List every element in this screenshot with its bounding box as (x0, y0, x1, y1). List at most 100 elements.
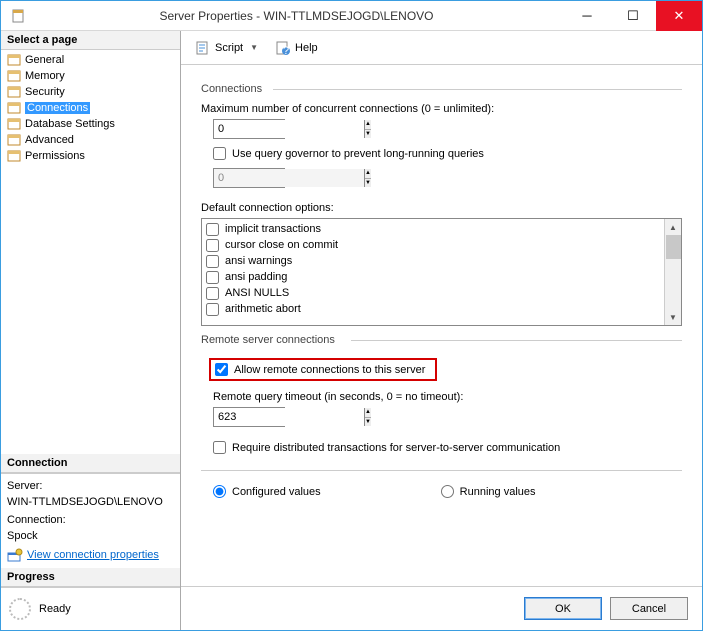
page-label: Memory (25, 70, 65, 82)
use-governor-checkbox[interactable] (213, 147, 226, 160)
left-panel: Select a page General Memory Security Co… (1, 31, 181, 630)
minimize-button[interactable]: ─ (564, 1, 610, 31)
page-label: General (25, 54, 64, 66)
connection-section: Server: WIN-TTLMDSEJOGD\LENOVO Connectio… (1, 473, 180, 568)
running-values-radio[interactable]: Running values (441, 485, 536, 498)
page-label: Database Settings (25, 118, 115, 130)
server-label: Server: (7, 480, 174, 492)
scrollbar[interactable]: ▲ ▼ (664, 219, 681, 325)
list-item[interactable]: ansi warnings (206, 253, 660, 269)
script-label: Script (215, 42, 243, 54)
spinner-buttons[interactable]: ▲▼ (364, 120, 371, 138)
scroll-down-icon[interactable]: ▼ (665, 309, 681, 325)
titlebar: Server Properties - WIN-TTLMDSEJOGD\LENO… (1, 1, 702, 31)
allow-remote-label: Allow remote connections to this server (234, 364, 425, 376)
max-connections-field[interactable] (214, 120, 364, 138)
cancel-button[interactable]: Cancel (610, 597, 688, 620)
default-options-listbox[interactable]: implicit transactions cursor close on co… (201, 218, 682, 326)
page-label: Advanced (25, 134, 74, 146)
governor-cost-field (214, 169, 364, 187)
list-item[interactable]: ANSI NULLS (206, 285, 660, 301)
allow-remote-highlight: Allow remote connections to this server (209, 358, 437, 381)
max-connections-input[interactable]: ▲▼ (213, 119, 285, 139)
option-label: ANSI NULLS (225, 285, 289, 301)
right-panel: Script ▼ ? Help Connections Maximum numb… (181, 31, 702, 630)
remote-timeout-field[interactable] (214, 408, 364, 426)
page-list: General Memory Security Connections Data… (1, 50, 180, 166)
list-item[interactable]: arithmetic abort (206, 301, 660, 317)
progress-status: Ready (39, 603, 71, 615)
option-label: arithmetic abort (225, 301, 301, 317)
option-label: implicit transactions (225, 221, 321, 237)
running-values-input[interactable] (441, 485, 454, 498)
page-item-memory[interactable]: Memory (1, 68, 180, 84)
allow-remote-checkbox[interactable] (215, 363, 228, 376)
default-options-label: Default connection options: (201, 202, 682, 214)
group-remote: Remote server connections (201, 334, 682, 346)
option-checkbox[interactable] (206, 239, 219, 252)
maximize-button[interactable]: ☐ (610, 1, 656, 31)
connection-properties-icon (7, 548, 23, 562)
remote-timeout-label: Remote query timeout (in seconds, 0 = no… (213, 391, 682, 403)
toolbar: Script ▼ ? Help (181, 31, 702, 65)
scroll-up-icon[interactable]: ▲ (665, 219, 681, 235)
connection-label: Connection: (7, 514, 174, 526)
option-label: ansi padding (225, 269, 287, 285)
option-checkbox[interactable] (206, 271, 219, 284)
connection-value: Spock (7, 530, 174, 542)
view-connection-properties-link[interactable]: View connection properties (27, 549, 159, 561)
connection-heading: Connection (1, 454, 180, 473)
dialog-footer: OK Cancel (181, 586, 702, 630)
running-values-label: Running values (460, 486, 536, 498)
progress-heading: Progress (1, 568, 180, 587)
page-icon (7, 85, 21, 99)
scroll-thumb[interactable] (666, 235, 681, 259)
progress-spinner-icon (9, 598, 31, 620)
page-item-permissions[interactable]: Permissions (1, 148, 180, 164)
option-checkbox[interactable] (206, 287, 219, 300)
page-item-connections[interactable]: Connections (1, 100, 180, 116)
script-icon (195, 40, 211, 56)
use-governor-label: Use query governor to prevent long-runni… (232, 148, 484, 160)
page-icon (7, 149, 21, 163)
form-area: Connections Maximum number of concurrent… (181, 65, 702, 586)
window-title: Server Properties - WIN-TTLMDSEJOGD\LENO… (29, 9, 564, 23)
help-icon: ? (275, 40, 291, 56)
group-connections: Connections (201, 83, 682, 95)
ok-button[interactable]: OK (524, 597, 602, 620)
page-icon (7, 69, 21, 83)
governor-cost-input: ▲▼ (213, 168, 285, 188)
chevron-down-icon[interactable]: ▼ (247, 43, 261, 52)
page-icon (7, 101, 21, 115)
close-button[interactable]: ✕ (656, 1, 702, 31)
page-item-advanced[interactable]: Advanced (1, 132, 180, 148)
option-label: cursor close on commit (225, 237, 338, 253)
remote-timeout-input[interactable]: ▲▼ (213, 407, 285, 427)
list-item[interactable]: ansi padding (206, 269, 660, 285)
configured-values-radio[interactable]: Configured values (213, 485, 321, 498)
page-label: Security (25, 86, 65, 98)
page-label: Permissions (25, 150, 85, 162)
require-distributed-checkbox[interactable] (213, 441, 226, 454)
page-item-security[interactable]: Security (1, 84, 180, 100)
spinner-buttons[interactable]: ▲▼ (364, 408, 371, 426)
progress-section: Ready (1, 587, 180, 630)
spinner-buttons: ▲▼ (364, 169, 371, 187)
script-button[interactable]: Script ▼ (191, 38, 265, 58)
max-connections-label: Maximum number of concurrent connections… (201, 103, 682, 115)
help-button[interactable]: ? Help (271, 38, 322, 58)
list-item[interactable]: cursor close on commit (206, 237, 660, 253)
list-item[interactable]: implicit transactions (206, 221, 660, 237)
option-checkbox[interactable] (206, 223, 219, 236)
option-checkbox[interactable] (206, 303, 219, 316)
configured-values-input[interactable] (213, 485, 226, 498)
help-label: Help (295, 42, 318, 54)
page-icon (7, 133, 21, 147)
require-distributed-label: Require distributed transactions for ser… (232, 442, 560, 454)
option-checkbox[interactable] (206, 255, 219, 268)
option-label: ansi warnings (225, 253, 292, 269)
page-item-database-settings[interactable]: Database Settings (1, 116, 180, 132)
page-icon (7, 117, 21, 131)
page-label: Connections (25, 102, 90, 114)
page-item-general[interactable]: General (1, 52, 180, 68)
